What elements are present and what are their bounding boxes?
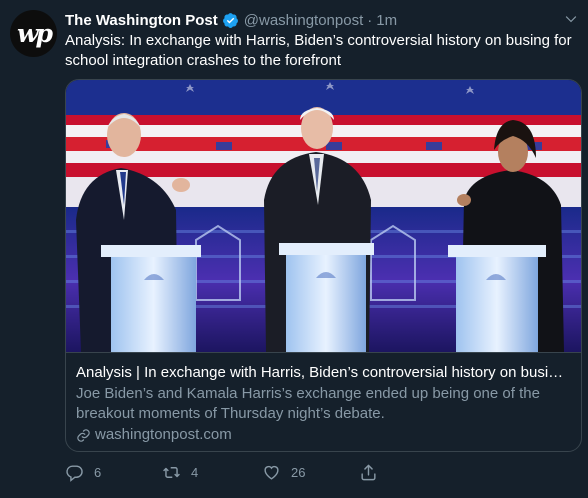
card-domain[interactable]: washingtonpost.com [76, 425, 571, 445]
like-icon [264, 465, 279, 480]
caret-down-icon[interactable] [564, 12, 578, 26]
link-icon [77, 428, 90, 442]
author-handle[interactable]: @washingtonpost [244, 12, 363, 29]
avatar[interactable]: wp [10, 10, 57, 57]
retweet-icon [163, 466, 180, 478]
avatar-logo: wp [16, 19, 53, 48]
share-button[interactable] [359, 463, 378, 482]
reply-count: 6 [94, 464, 102, 480]
like-count: 26 [291, 464, 306, 480]
tweet-timestamp[interactable]: 1m [376, 12, 397, 29]
header-separator: · [367, 11, 373, 29]
card-info[interactable]: Analysis | In exchange with Harris, Bide… [66, 352, 581, 451]
card-domain-text: washingtonpost.com [95, 426, 232, 443]
link-card[interactable]: Analysis | In exchange with Harris, Bide… [65, 79, 582, 452]
reply-button[interactable]: 6 [65, 463, 101, 482]
card-image[interactable] [66, 80, 581, 352]
retweet-count: 4 [191, 464, 199, 480]
author-name[interactable]: The Washington Post [65, 12, 218, 29]
card-description: Joe Biden’s and Kamala Harris’s exchange… [76, 385, 540, 422]
like-button[interactable]: 26 [262, 463, 305, 482]
share-icon [361, 464, 376, 480]
reply-icon [66, 464, 83, 482]
tweet-text: Analysis: In exchange with Harris, Biden… [65, 32, 572, 69]
action-bar: 6 4 26 [65, 461, 425, 483]
tweet-header: The Washington Post @washingtonpost · 1m [65, 10, 578, 30]
retweet-button[interactable]: 4 [162, 463, 198, 482]
verified-icon [222, 12, 239, 29]
card-title[interactable]: Analysis | In exchange with Harris, Bide… [76, 363, 571, 383]
